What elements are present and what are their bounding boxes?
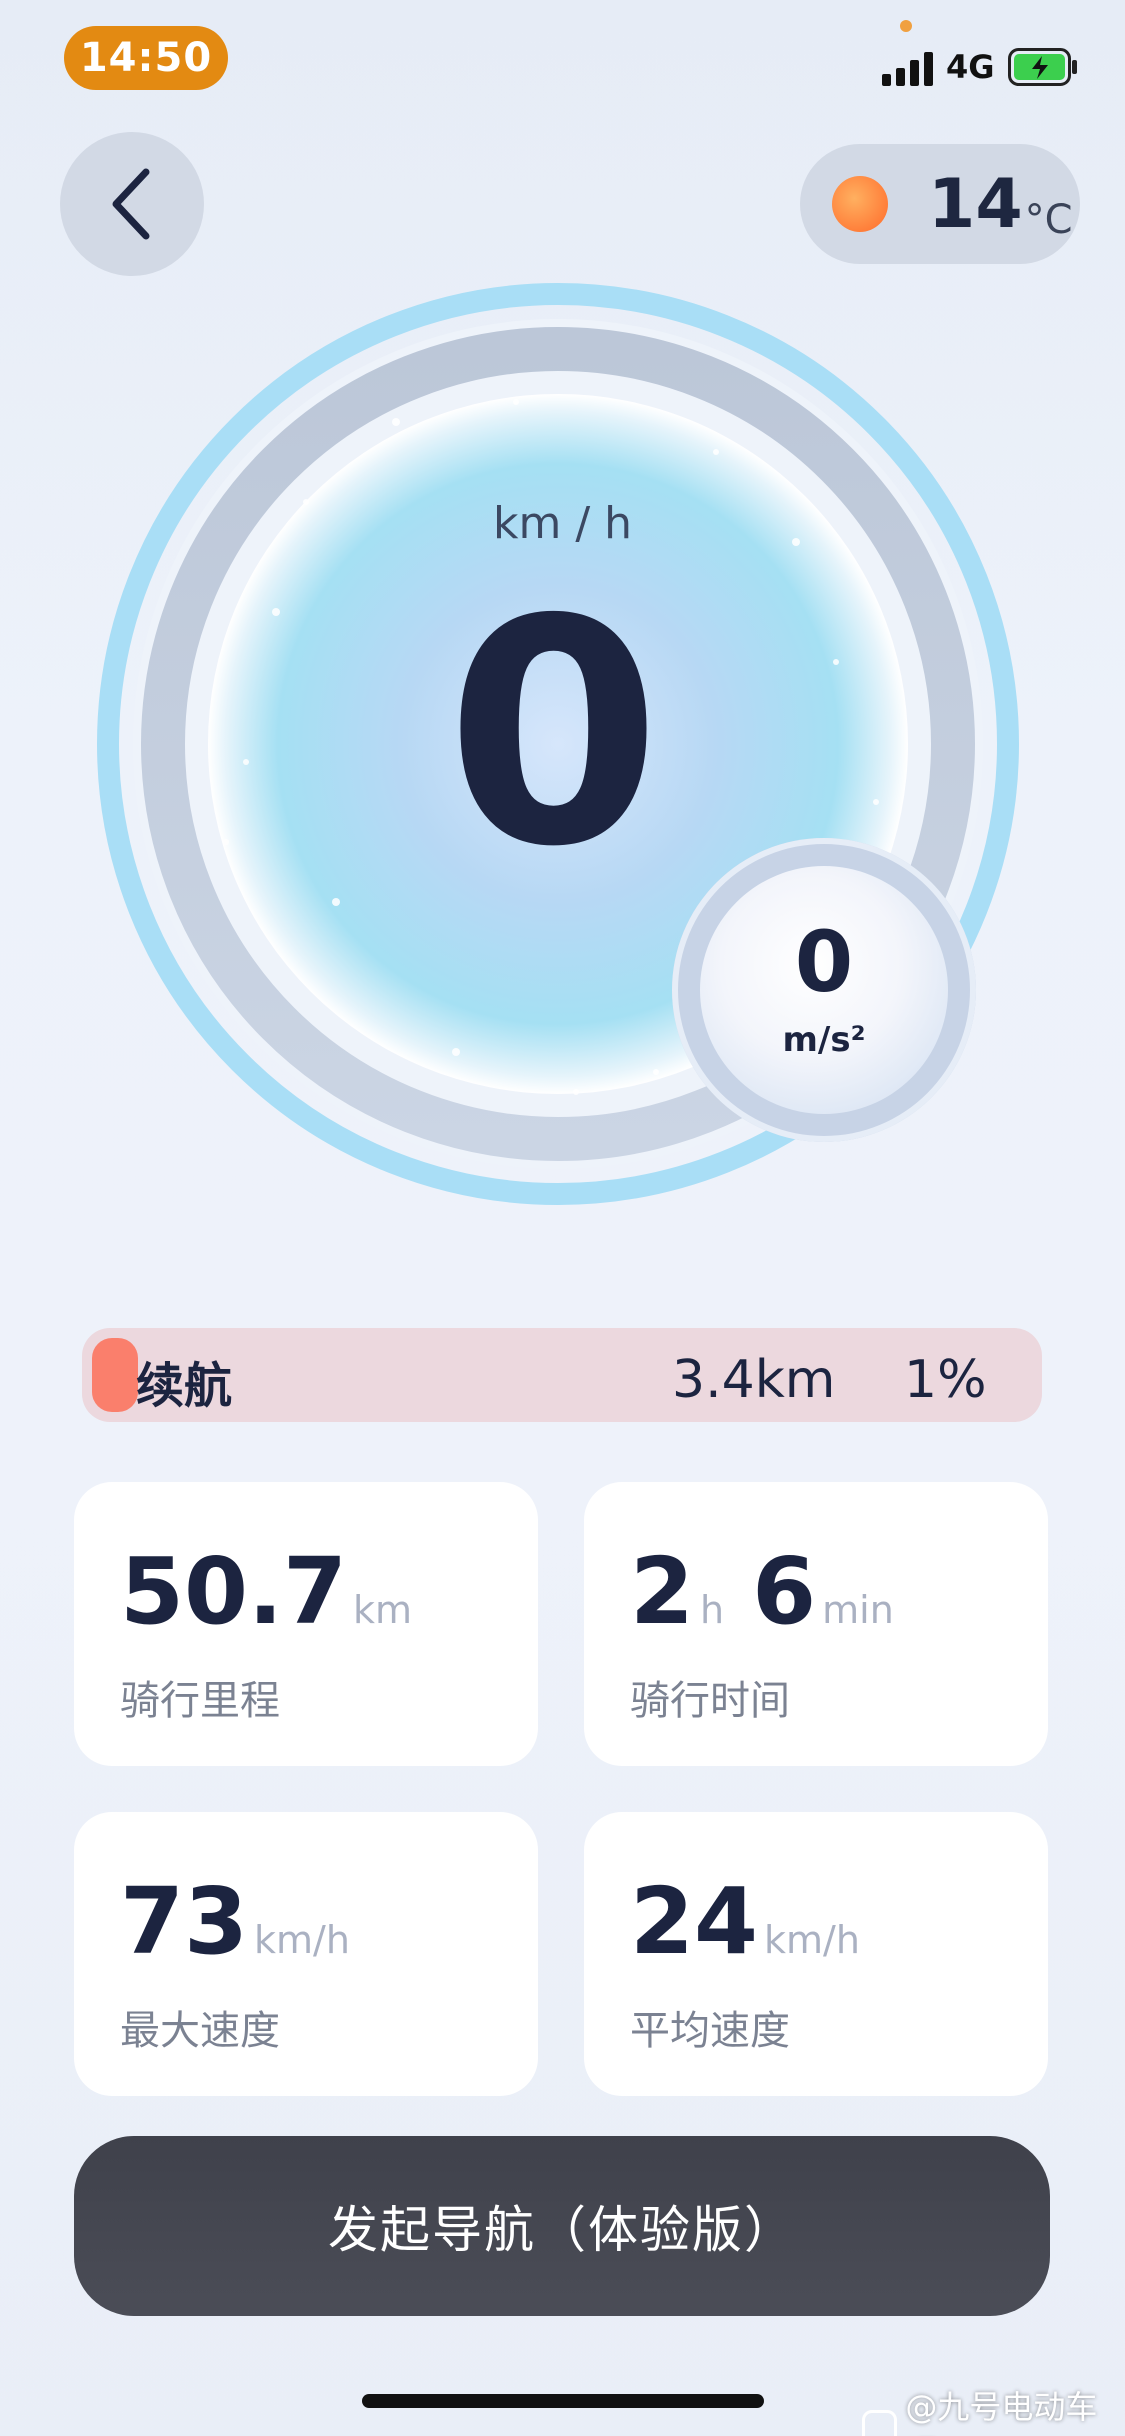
status-time: 14:50	[64, 26, 228, 90]
sun-icon	[832, 176, 888, 232]
stat-card-distance: 50.7 km 骑行里程	[74, 1482, 538, 1766]
speed-unit-label: km / h	[492, 498, 633, 549]
stat-card-avg-speed: 24 km/h 平均速度	[584, 1812, 1048, 2096]
acceleration-unit: m/s²	[782, 1020, 866, 1060]
weibo-icon	[862, 2410, 898, 2436]
weather-widget: 14°C	[800, 144, 1080, 264]
avg-speed-unit: km/h	[764, 1918, 860, 1962]
max-speed-value: 73 km/h	[120, 1868, 350, 1975]
range-label: 续航	[136, 1358, 233, 1414]
stat-card-max-speed: 73 km/h 最大速度	[74, 1812, 538, 2096]
back-button[interactable]	[60, 132, 204, 276]
avg-speed-label: 平均速度	[630, 2008, 790, 2054]
distance-value: 50.7 km	[120, 1538, 413, 1645]
acceleration-dial: 0 m/s²	[672, 838, 976, 1142]
distance-label: 骑行里程	[120, 1678, 280, 1724]
current-speed-value: 0	[445, 554, 662, 915]
max-speed-unit: km/h	[254, 1918, 350, 1962]
stat-card-ride-time: 2 h 6 min 骑行时间	[584, 1482, 1048, 1766]
battery-charging-icon	[1008, 48, 1078, 86]
temperature-value: 14°C	[928, 164, 1073, 244]
minutes-unit: min	[822, 1588, 894, 1632]
temperature-unit: °C	[1024, 196, 1073, 243]
ride-time-value: 2 h 6 min	[630, 1538, 894, 1645]
ride-time-label: 骑行时间	[630, 1678, 790, 1724]
range-percent: 1%	[904, 1350, 987, 1410]
watermark: @九号电动车吧	[862, 2382, 1125, 2436]
start-navigation-button[interactable]: 发起导航（体验版）	[74, 2136, 1050, 2316]
distance-unit: km	[353, 1588, 413, 1632]
max-speed-label: 最大速度	[120, 2008, 280, 2054]
chevron-left-icon	[112, 168, 150, 240]
range-bar: 续航 3.4km 1%	[82, 1328, 1042, 1422]
hours-unit: h	[700, 1588, 725, 1632]
range-level-fill	[92, 1338, 138, 1412]
cellular-signal-icon	[882, 50, 936, 86]
network-type-label: 4G	[946, 48, 995, 86]
acceleration-value: 0	[794, 913, 854, 1011]
home-indicator[interactable]	[362, 2394, 764, 2408]
privacy-indicator-dot	[900, 20, 912, 32]
range-distance: 3.4km	[672, 1350, 836, 1410]
avg-speed-value: 24 km/h	[630, 1868, 860, 1975]
